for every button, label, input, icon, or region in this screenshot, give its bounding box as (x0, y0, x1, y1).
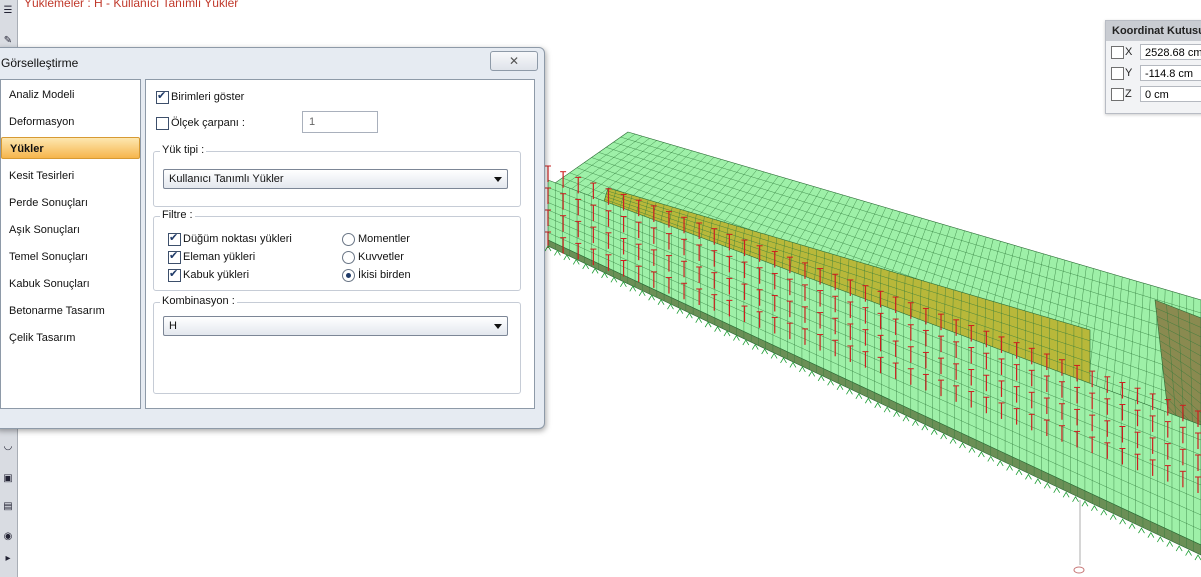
nav-item-perde-sonuclari[interactable]: Perde Sonuçları (1, 192, 140, 214)
coord-y-value[interactable]: -114.8 cm (1140, 65, 1201, 81)
list-icon[interactable]: ☰ (1, 4, 15, 18)
show-units-checkbox[interactable] (156, 89, 169, 104)
scale-factor-checkbox[interactable] (156, 117, 169, 130)
close-button[interactable]: ✕ (490, 51, 538, 71)
dialog-title: Görselleştirme (1, 56, 79, 70)
nav-item-deformasyon[interactable]: Deformasyon (1, 111, 140, 133)
node-loads-checkbox[interactable] (168, 231, 181, 246)
coord-row-x: X 2528.68 cm (1111, 44, 1201, 62)
coord-x-checkbox[interactable] (1111, 46, 1124, 59)
scale-factor-label: Ölçek çarpanı : (171, 117, 245, 129)
coordinate-box-title: Koordinat Kutusu (1106, 21, 1201, 41)
moments-label: Momentler (358, 233, 410, 245)
forces-label: Kuvvetler (358, 251, 404, 263)
filter-label: Filtre : (160, 209, 195, 221)
shell-loads-checkbox[interactable] (168, 267, 181, 282)
load-type-select[interactable]: Kullanıcı Tanımlı Yükler (163, 169, 508, 189)
coord-y-axis: Y (1125, 67, 1133, 79)
coord-row-y: Y -114.8 cm (1111, 65, 1201, 83)
element-loads-label: Eleman yükleri (183, 251, 256, 263)
element-loads-checkbox[interactable] (168, 249, 181, 264)
nav-item-yukler[interactable]: Yükler (1, 137, 140, 159)
select-icon[interactable]: ✎ (1, 34, 15, 48)
show-units-label: Birimleri göster (171, 91, 245, 103)
binoculars-icon[interactable]: ◉ (1, 530, 15, 544)
coord-x-axis: X (1125, 46, 1133, 58)
nav-item-kesit-tesirleri[interactable]: Kesit Tesirleri (1, 165, 140, 187)
expand-icon[interactable]: ▸ (1, 552, 15, 566)
coord-y-checkbox[interactable] (1111, 67, 1124, 80)
combination-value: H (169, 320, 177, 332)
coordinate-box: Koordinat Kutusu X 2528.68 cm Y -114.8 c… (1105, 20, 1201, 114)
nav-item-temel-sonuclari[interactable]: Temel Sonuçları (1, 246, 140, 268)
chevron-down-icon (494, 324, 502, 329)
nav-item-betonarme-tasarim[interactable]: Betonarme Tasarım (1, 300, 140, 322)
scale-factor-input[interactable]: 1 (302, 111, 378, 133)
category-list: Analiz Modeli Deformasyon Yükler Kesit T… (0, 79, 141, 409)
combination-label: Kombinasyon : (160, 295, 237, 307)
origin-marker (1073, 566, 1085, 574)
frame-icon[interactable]: ◡ (1, 440, 15, 454)
load-type-label: Yük tipi : (160, 144, 207, 156)
moments-radio[interactable] (342, 233, 355, 246)
load-case-header: Yüklemeler : H - Kullanıcı Tanımlı Yükle… (24, 0, 239, 10)
coord-x-value[interactable]: 2528.68 cm (1140, 44, 1201, 60)
auto-label-icon[interactable]: ▤ (1, 500, 15, 514)
options-panel: Birimleri göster Ölçek çarpanı : 1 Yük t… (145, 79, 535, 409)
coord-z-value[interactable]: 0 cm (1140, 86, 1201, 102)
nav-item-asik-sonuclari[interactable]: Aşık Sonuçları (1, 219, 140, 241)
both-label: İkisi birden (358, 269, 411, 281)
coord-row-z: Z 0 cm (1111, 86, 1201, 104)
chevron-down-icon (494, 177, 502, 182)
close-icon: ✕ (508, 54, 520, 68)
shell-loads-label: Kabuk yükleri (183, 269, 250, 281)
nav-item-celik-tasarim[interactable]: Çelik Tasarım (1, 327, 140, 349)
both-radio[interactable] (342, 269, 355, 282)
node-loads-label: Düğüm noktası yükleri (183, 233, 292, 245)
render-icon[interactable]: ▣ (1, 472, 15, 486)
coord-z-axis: Z (1125, 88, 1132, 100)
forces-radio[interactable] (342, 251, 355, 264)
nav-item-kabuk-sonuclari[interactable]: Kabuk Sonuçları (1, 273, 140, 295)
load-type-value: Kullanıcı Tanımlı Yükler (169, 173, 284, 185)
nav-item-analiz-modeli[interactable]: Analiz Modeli (1, 84, 140, 106)
combination-select[interactable]: H (163, 316, 508, 336)
coord-z-checkbox[interactable] (1111, 88, 1124, 101)
visualization-dialog: Görselleştirme ✕ Analiz Modeli Deformasy… (0, 47, 545, 429)
